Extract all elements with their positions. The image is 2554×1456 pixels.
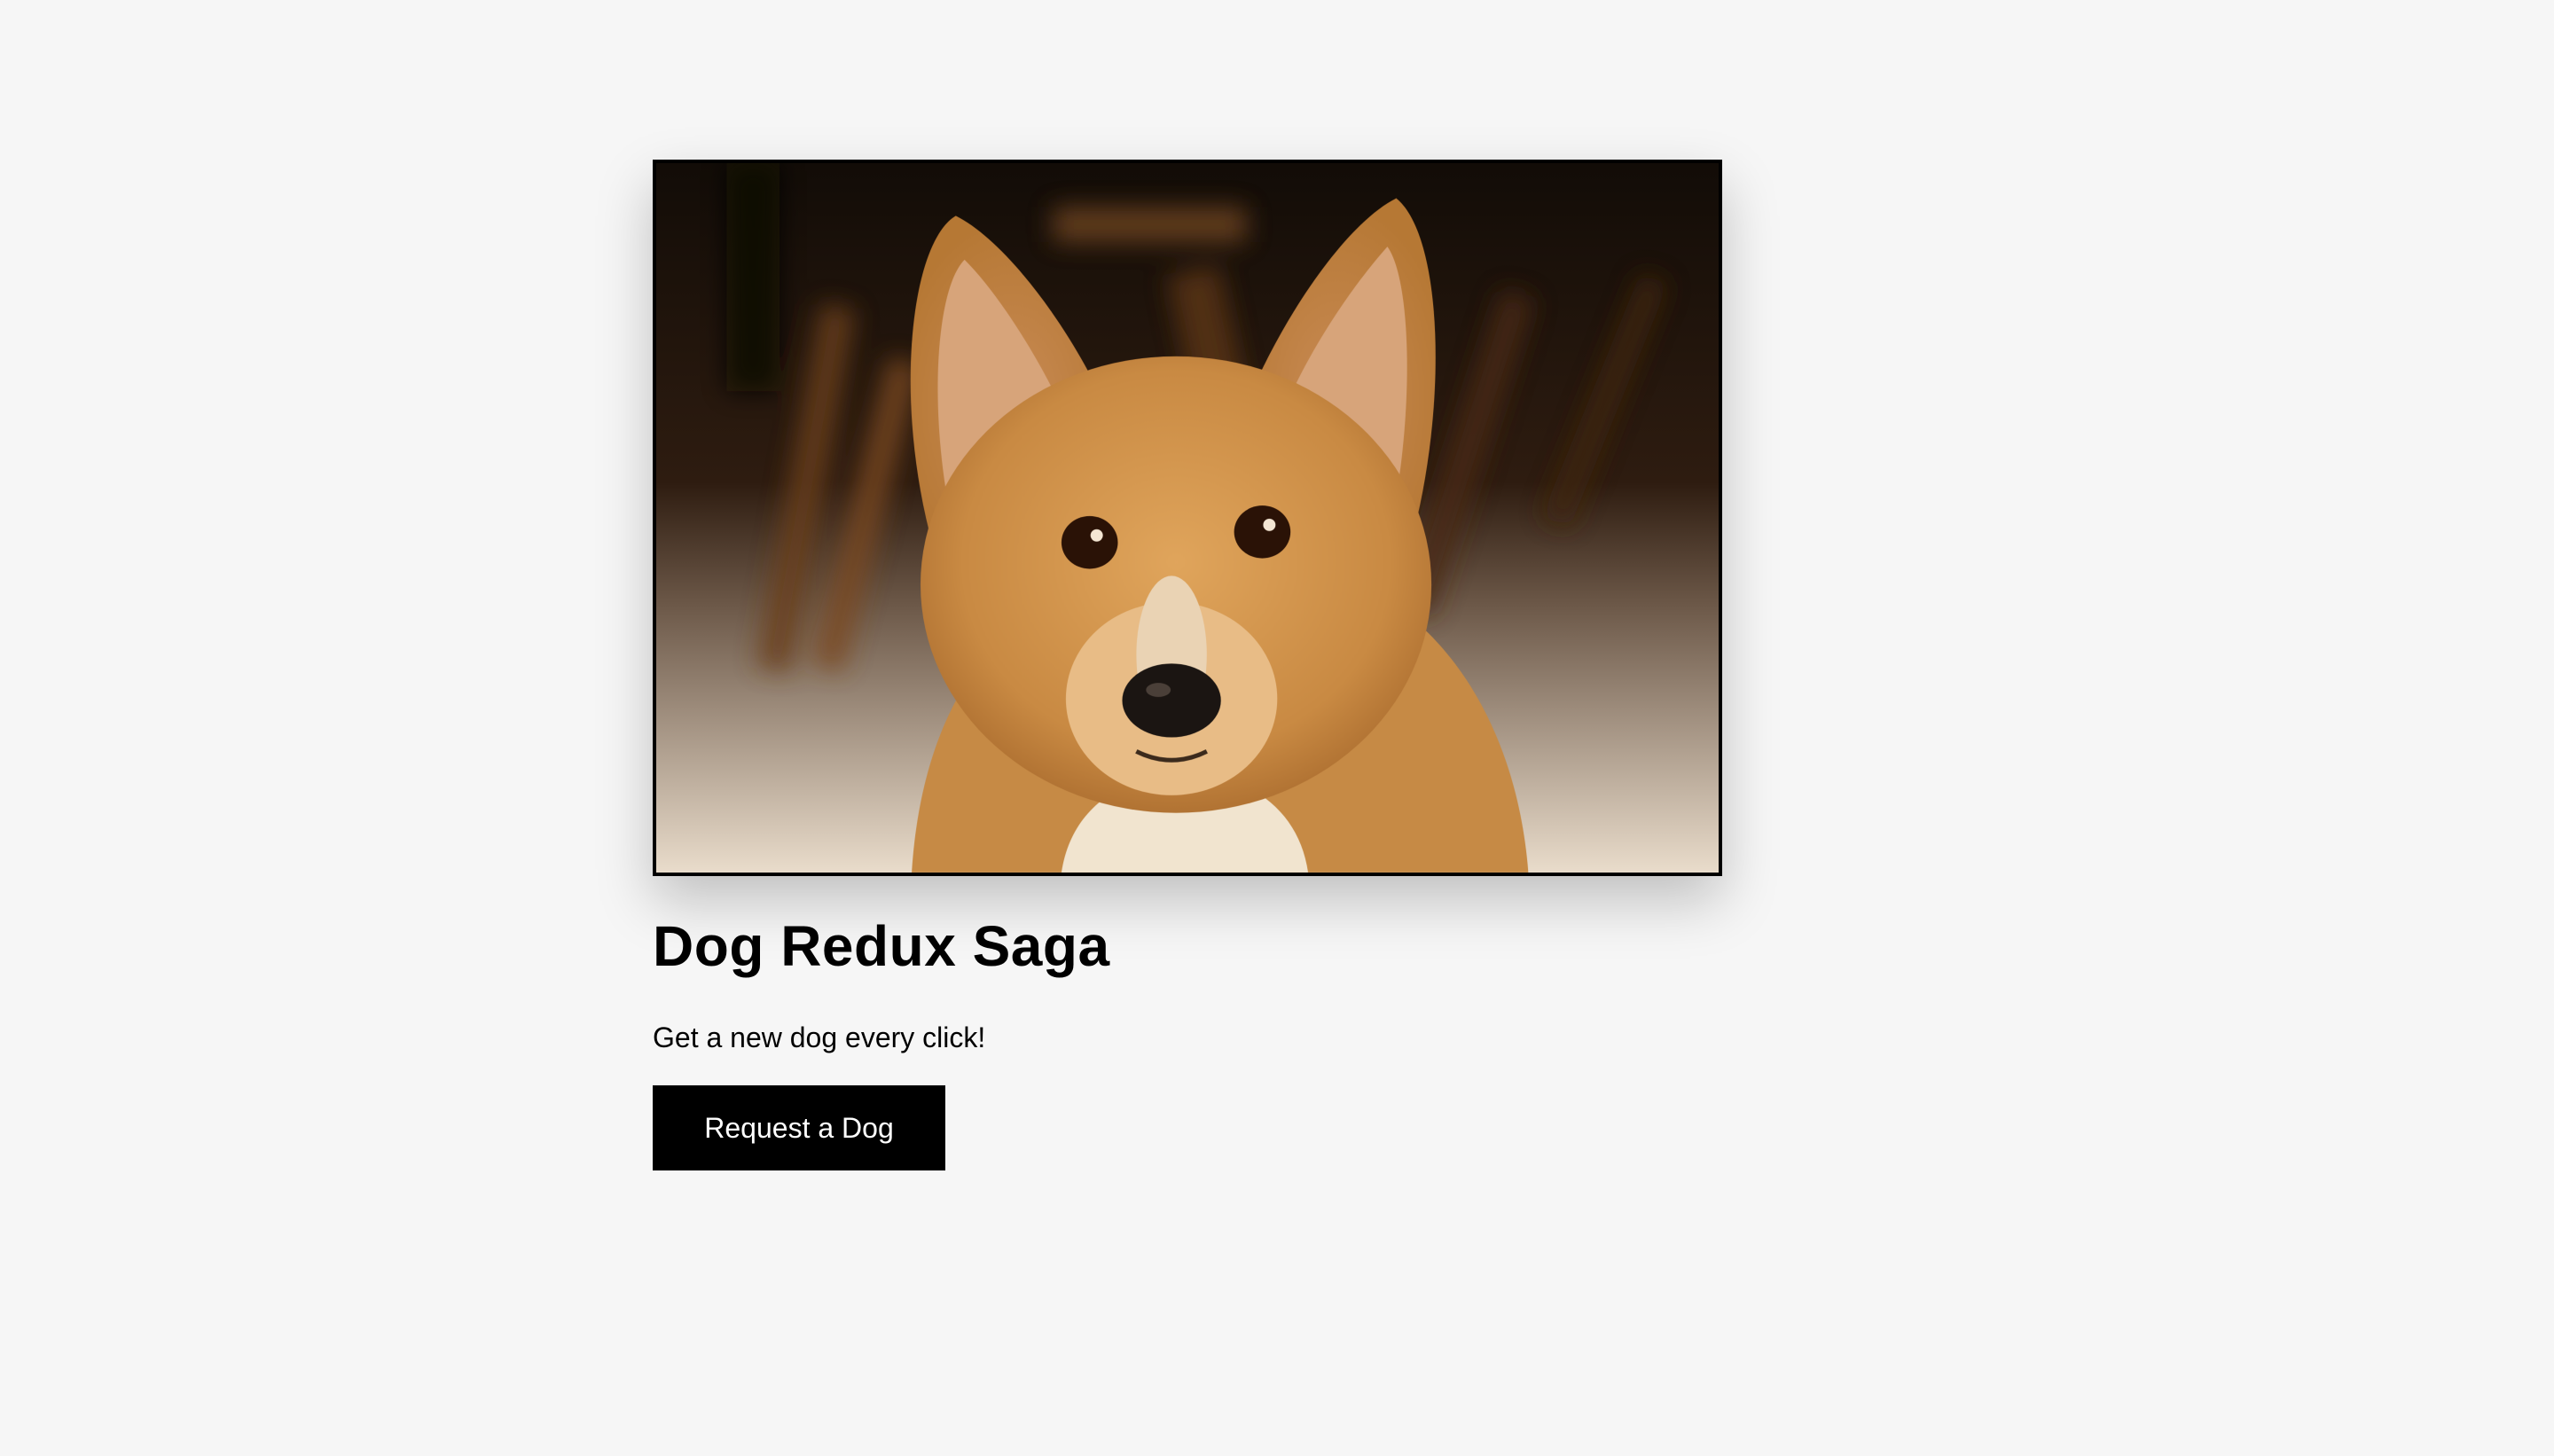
page-subtitle: Get a new dog every click! <box>653 1022 986 1053</box>
page-title: Dog Redux Saga <box>653 914 1110 978</box>
corgi-photo-illustration <box>656 163 1719 873</box>
page: Dog Redux Saga Get a new dog every click… <box>0 0 2554 1456</box>
dog-image <box>653 160 1722 876</box>
request-dog-button[interactable]: Request a Dog <box>653 1085 945 1170</box>
